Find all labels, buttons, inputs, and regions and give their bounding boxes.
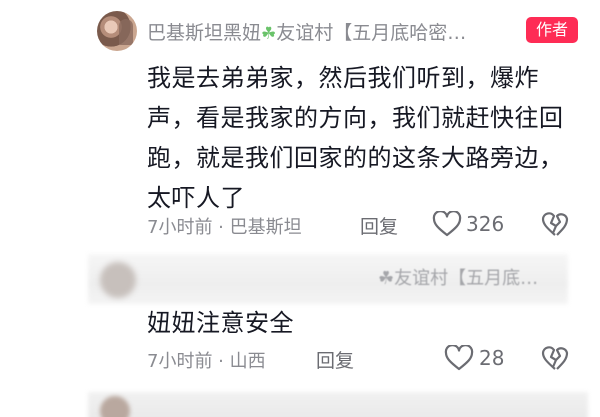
comment-meta: 7小时前 · 山西 bbox=[147, 351, 266, 372]
broken-heart-icon[interactable] bbox=[541, 345, 569, 371]
comment-text: 妞妞注意安全 bbox=[147, 309, 294, 337]
username[interactable]: 巴基斯坦黑妞☘友谊村【五月底哈密… bbox=[147, 18, 466, 45]
username[interactable]: ☘友谊村【五月底… bbox=[378, 264, 538, 290]
avatar[interactable] bbox=[97, 11, 137, 51]
author-badge: 作者 bbox=[526, 17, 578, 43]
like-count: 326 bbox=[466, 212, 505, 236]
comment-text: 我是去弟弟家，然后我们听到，爆炸声，看是我家的方向，我们就赶快往回跑，就是我们回… bbox=[147, 64, 564, 212]
username-text: 巴基斯坦黑妞 bbox=[147, 22, 262, 44]
heart-icon[interactable] bbox=[432, 211, 462, 237]
reply-button[interactable]: 回复 bbox=[360, 212, 398, 239]
heart-icon[interactable] bbox=[444, 345, 474, 371]
blurred-next-comment bbox=[88, 392, 588, 417]
comment-meta: 7小时前 · 巴基斯坦 bbox=[147, 217, 302, 238]
broken-heart-icon[interactable] bbox=[541, 211, 569, 237]
comments-panel: 巴基斯坦黑妞☘友谊村【五月底哈密… 作者 我是去弟弟家，然后我们听到，爆炸声，看… bbox=[0, 0, 600, 417]
username-suffix: 友谊村【五月底哈密… bbox=[276, 22, 467, 44]
reply-button[interactable]: 回复 bbox=[316, 346, 354, 373]
like-count: 28 bbox=[479, 346, 505, 370]
clover-icon: ☘ bbox=[261, 24, 277, 44]
avatar[interactable] bbox=[100, 262, 136, 298]
